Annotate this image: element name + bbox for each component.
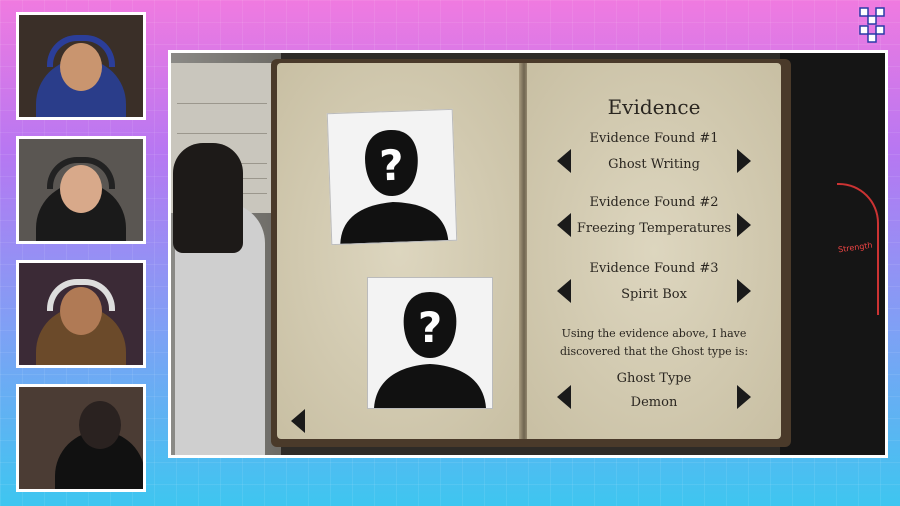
evidence-1-next-button[interactable] [737,149,751,173]
ghost-type-label: Ghost Type [616,371,692,386]
journal-right-page: Evidence Evidence Found #1 Ghost Writing… [527,63,781,439]
player-hair [173,143,243,253]
webcam-2 [16,136,146,244]
evidence-1-label: Evidence Found #1 [589,131,719,146]
silhouette-question-icon: ? [374,292,486,408]
streamer-head [78,401,121,449]
headphones-icon [47,35,115,67]
conclusion-text: Using the evidence above, I have discove… [559,327,749,358]
journal-book: ? ? Evidence Evidence Found #1 Ghost Wri… [271,59,791,447]
ghost-type-next-button[interactable] [737,385,751,409]
channel-logo-icon [859,7,885,43]
prev-page-button[interactable] [291,409,305,433]
page-title: Evidence [607,95,701,119]
unknown-ghost-photo-1: ? [326,108,458,246]
svg-text:?: ? [379,141,405,191]
evidence-3-next-button[interactable] [737,279,751,303]
dark-room: Strength [780,53,885,455]
evidence-2-label: Evidence Found #2 [589,195,719,210]
evidence-2-next-button[interactable] [737,213,751,237]
webcam-1 [16,12,146,120]
svg-text:?: ? [418,303,442,352]
unknown-ghost-photo-2: ? [367,277,493,409]
journal-left-page: ? ? [277,63,521,439]
game-viewport: Strength ? ? Evidence Evidence Found #1 … [168,50,888,458]
evidence-3-label: Evidence Found #3 [589,261,719,276]
headphones-icon [47,279,115,311]
webcam-3 [16,260,146,368]
headphones-icon [47,157,115,189]
webcam-4 [16,384,146,492]
silhouette-question-icon: ? [340,130,449,244]
